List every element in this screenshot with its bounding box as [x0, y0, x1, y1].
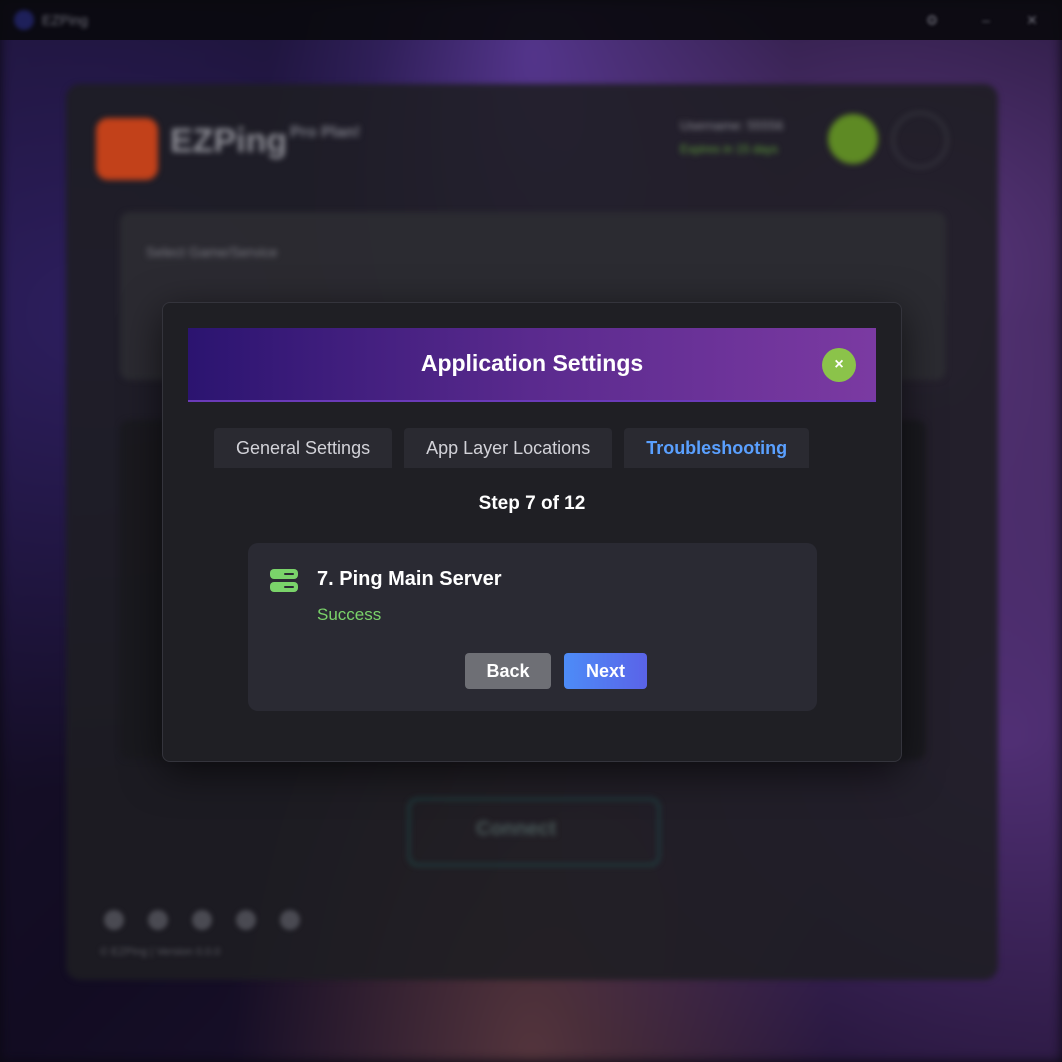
discord-icon[interactable] — [236, 910, 256, 930]
download-icon[interactable] — [104, 910, 124, 930]
next-button[interactable]: Next — [564, 653, 647, 689]
brand-name: EZPing — [170, 122, 288, 160]
modal-title: Application Settings — [420, 350, 644, 376]
username-label: Username: 55556 — [680, 118, 784, 133]
help-icon[interactable] — [148, 910, 168, 930]
step-status: Success — [317, 605, 382, 624]
minimize-icon[interactable]: – — [978, 12, 994, 28]
avatar[interactable] — [828, 114, 878, 164]
tab-general-settings[interactable]: General Settings — [214, 428, 393, 468]
tab-app-layer-locations[interactable]: App Layer Locations — [404, 428, 613, 468]
modal-close-button[interactable]: × — [822, 348, 856, 382]
modal-header: Application Settings × — [188, 328, 876, 402]
step-counter: Step 7 of 12 — [478, 493, 586, 514]
window-titlebar: EZPing ⚙ – ✕ — [0, 0, 1062, 40]
step-card: 7. Ping Main Server Success Back Next — [248, 543, 817, 711]
app-logo-icon — [14, 10, 34, 30]
connect-label: Connect — [476, 818, 556, 840]
gear-icon[interactable]: ⚙ — [924, 12, 940, 28]
tab-troubleshooting[interactable]: Troubleshooting — [624, 428, 810, 468]
plan-label: Pro Plan! — [290, 124, 361, 141]
mail-icon[interactable] — [192, 910, 212, 930]
settings-modal: Application Settings × General Settings … — [162, 302, 902, 762]
server-icon — [270, 569, 298, 592]
back-button[interactable]: Back — [465, 653, 551, 689]
close-icon[interactable]: ✕ — [1024, 12, 1040, 28]
game-select-label: Select Game/Service — [146, 244, 278, 260]
brand-logo-icon — [96, 118, 158, 180]
footer-icons — [104, 910, 300, 930]
step-title: 7. Ping Main Server — [317, 568, 502, 590]
window-title: EZPing — [42, 12, 88, 28]
logout-button[interactable] — [892, 112, 948, 168]
expiry-label: Expires in 15 days — [680, 142, 779, 156]
copyright-text: © EZPing | Version 0.0.0 — [100, 946, 221, 958]
settings-tabs: General Settings App Layer Locations Tro… — [214, 428, 810, 468]
settings-icon[interactable] — [280, 910, 300, 930]
